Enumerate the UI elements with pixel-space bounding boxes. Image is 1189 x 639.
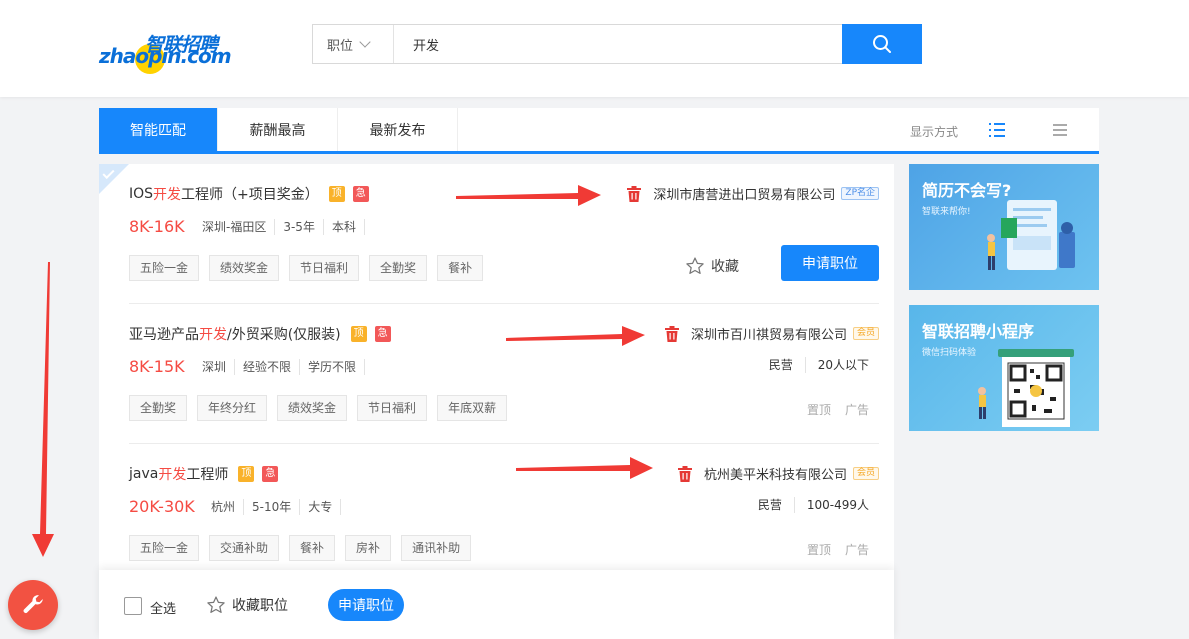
tab-smart-match[interactable]: 智能匹配 bbox=[99, 108, 218, 151]
banner-subtitle: 智联来帮你! bbox=[922, 207, 971, 217]
welfare-tags: 五险一金 绩效奖金 节日福利 全勤奖 餐补 bbox=[129, 255, 493, 281]
tab-highest-salary[interactable]: 薪酬最高 bbox=[218, 108, 338, 151]
search-type-label: 职位 bbox=[327, 38, 354, 54]
company-name[interactable]: 杭州美平米科技有限公司 会员 bbox=[677, 464, 879, 483]
job-requirements: 杭州 5-10年 大专 bbox=[211, 499, 342, 515]
member-badge: 会员 bbox=[852, 327, 879, 340]
ad-label: 广告 bbox=[844, 543, 869, 557]
resume-help-banner[interactable]: 简历不会写? 智联来帮你! bbox=[909, 164, 1099, 290]
top-tag: 顶 bbox=[328, 186, 345, 202]
wrench-icon bbox=[23, 595, 43, 614]
sort-tabs: 智能匹配 薪酬最高 最新发布 显示方式 bbox=[99, 108, 1099, 154]
job-card[interactable]: 亚马逊产品 开发/外贸采购(仅服装) 顶 急 8K-15K 深圳 经验不限 学历不限 … bbox=[129, 304, 879, 444]
search-icon bbox=[873, 35, 891, 53]
trash-icon[interactable] bbox=[664, 325, 679, 342]
salary: 8K-16K bbox=[129, 217, 185, 236]
compact-view-icon[interactable] bbox=[1053, 124, 1067, 136]
star-icon bbox=[686, 257, 704, 274]
apply-button[interactable]: 申请职位 bbox=[781, 245, 879, 281]
company-info: 民营 20人以下 bbox=[757, 357, 869, 373]
job-requirements: 深圳-福田区 3-5年 本科 bbox=[202, 219, 365, 235]
header: 智联招聘 zhaopin.com 职位 bbox=[0, 0, 1189, 97]
batch-apply-button[interactable]: 申请职位 bbox=[328, 589, 404, 621]
job-card[interactable]: IOS 开发 工程师（+项目奖金） 顶 急 8K-16K 深圳-福田区 3-5年 本科 … bbox=[129, 164, 879, 304]
company-info: 民营 100-499人 bbox=[746, 497, 869, 513]
urgent-tag: 急 bbox=[262, 466, 279, 482]
salary: 8K-15K bbox=[129, 357, 185, 376]
favorite-button[interactable]: 收藏 bbox=[685, 256, 739, 276]
company-name[interactable]: 深圳市百川祺贸易有限公司 会员 bbox=[664, 324, 879, 343]
ad-links: 置顶 广告 bbox=[793, 541, 869, 558]
view-mode-label: 显示方式 bbox=[910, 125, 959, 139]
select-all-checkbox[interactable] bbox=[124, 597, 142, 615]
job-title[interactable]: IOS 开发 工程师（+项目奖金） 顶 急 bbox=[129, 184, 369, 204]
job-card[interactable]: java 开发 工程师 顶 急 20K-30K 杭州 5-10年 大专 五险一金 交通补助… bbox=[129, 444, 879, 584]
banner-title: 智联招聘小程序 bbox=[922, 322, 1035, 341]
qr-code-illustration bbox=[978, 349, 1074, 427]
resume-illustration bbox=[987, 200, 1075, 270]
salary: 20K-30K bbox=[129, 497, 195, 516]
search-button[interactable] bbox=[842, 24, 922, 64]
top-tag: 顶 bbox=[238, 466, 255, 482]
top-tag: 顶 bbox=[350, 326, 367, 342]
search-type-select[interactable]: 职位 bbox=[313, 25, 394, 63]
company-name[interactable]: 深圳市唐营进出口贸易有限公司 ZP名企 bbox=[627, 184, 879, 203]
search-box: 职位 bbox=[312, 24, 922, 64]
logo-en: zhaopin.com bbox=[99, 44, 232, 68]
welfare-tags: 五险一金 交通补助 餐补 房补 通讯补助 bbox=[129, 535, 481, 561]
welfare-tags: 全勤奖 年终分红 绩效奖金 节日福利 年底双薪 bbox=[129, 395, 517, 421]
list-view-icon[interactable] bbox=[989, 123, 1005, 137]
arrow-to-tool-button bbox=[32, 262, 54, 557]
ad-links: 置顶 广告 bbox=[793, 401, 869, 418]
star-icon bbox=[207, 596, 225, 613]
urgent-tag: 急 bbox=[352, 186, 369, 202]
sticky-label: 置顶 bbox=[806, 403, 831, 417]
favorite-jobs-button[interactable]: 收藏职位 bbox=[206, 595, 288, 615]
tab-latest[interactable]: 最新发布 bbox=[338, 108, 458, 151]
trash-icon[interactable] bbox=[627, 185, 642, 202]
zhaopin-logo[interactable]: 智联招聘 zhaopin.com bbox=[99, 28, 232, 76]
selected-corner bbox=[99, 164, 129, 194]
sticky-label: 置顶 bbox=[806, 543, 831, 557]
job-list: IOS 开发 工程师（+项目奖金） 顶 急 8K-16K 深圳-福田区 3-5年 本科 … bbox=[99, 164, 894, 639]
job-title[interactable]: 亚马逊产品 开发/外贸采购(仅服装) 顶 急 bbox=[129, 324, 391, 344]
company-badge: ZP名企 bbox=[841, 187, 879, 200]
bottom-action-bar: 全选 收藏职位 申请职位 bbox=[99, 570, 894, 639]
trash-icon[interactable] bbox=[677, 465, 692, 482]
job-requirements: 深圳 经验不限 学历不限 bbox=[202, 359, 366, 375]
member-badge: 会员 bbox=[852, 467, 879, 480]
ad-label: 广告 bbox=[844, 403, 869, 417]
mini-program-banner[interactable]: 智联招聘小程序 微信扫码体验 bbox=[909, 305, 1099, 431]
tool-button[interactable] bbox=[8, 580, 58, 630]
select-all-label[interactable]: 全选 bbox=[150, 598, 176, 617]
urgent-tag: 急 bbox=[374, 326, 391, 342]
job-title[interactable]: java 开发 工程师 顶 急 bbox=[129, 464, 279, 484]
chevron-down-icon bbox=[359, 36, 371, 48]
search-input[interactable] bbox=[394, 25, 842, 63]
